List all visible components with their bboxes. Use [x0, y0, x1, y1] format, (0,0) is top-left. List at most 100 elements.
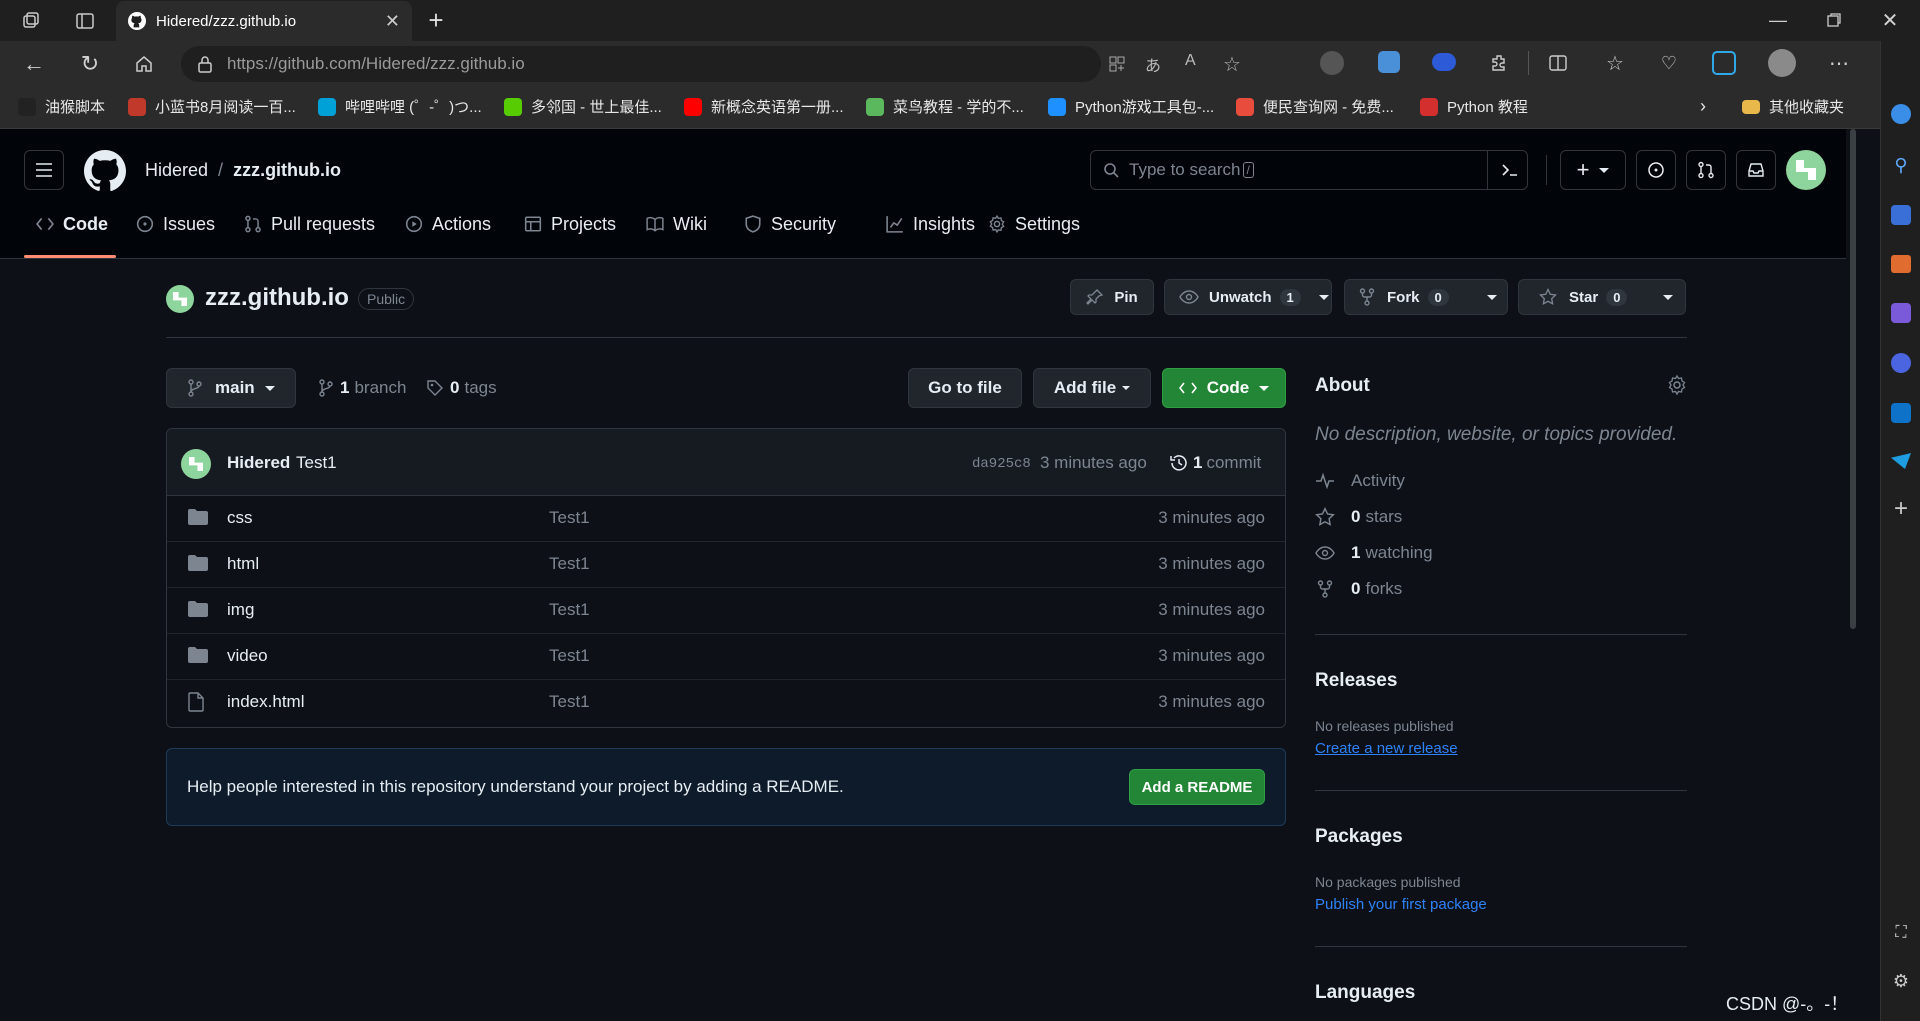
bookmark-item[interactable]: 便民查询网 - 免费...	[1236, 96, 1394, 117]
tab-insights[interactable]: Insights	[886, 211, 975, 237]
favorites-icon[interactable]: ☆	[1602, 50, 1628, 76]
close-tab-icon[interactable]: ✕	[385, 11, 400, 32]
inbox-button[interactable]	[1736, 150, 1776, 190]
file-row[interactable]: video Test1 3 minutes ago	[167, 634, 1285, 680]
file-name[interactable]: index.html	[227, 692, 304, 712]
favorite-star-icon[interactable]: ☆	[1223, 52, 1241, 77]
split-screen-icon[interactable]	[1545, 50, 1571, 76]
collections-icon[interactable]	[1712, 51, 1736, 75]
breadcrumb-owner[interactable]: Hidered	[145, 160, 208, 181]
address-bar[interactable]: https://github.com/Hidered/zzz.github.io…	[181, 46, 1241, 82]
add-file-button[interactable]: Add file	[1033, 368, 1151, 408]
pin-button[interactable]: Pin	[1070, 279, 1154, 315]
chevron-down-icon[interactable]	[1663, 294, 1674, 300]
workspaces-icon[interactable]	[18, 8, 44, 34]
tab-settings[interactable]: Settings	[988, 211, 1080, 237]
bookmark-item[interactable]: Python 教程	[1420, 96, 1528, 117]
add-readme-button[interactable]: Add a README	[1129, 769, 1265, 805]
branch-select-button[interactable]: main	[166, 368, 296, 408]
code-button[interactable]: Code	[1162, 368, 1286, 408]
add-sidebar-icon[interactable]: +	[1889, 495, 1913, 522]
publish-package-link[interactable]: Publish your first package	[1315, 896, 1687, 913]
active-tab[interactable]: Hidered/zzz.github.io ✕	[116, 1, 412, 41]
tab-pull-requests[interactable]: Pull requests	[244, 211, 375, 237]
command-palette-icon[interactable]	[1501, 161, 1519, 179]
commit-message[interactable]: Test1	[296, 453, 337, 473]
file-name[interactable]: html	[227, 554, 259, 574]
outlook-icon[interactable]	[1891, 403, 1911, 423]
games-icon[interactable]	[1891, 303, 1911, 323]
star-button[interactable]: Star 0	[1518, 279, 1686, 315]
page-scrollbar[interactable]	[1846, 129, 1860, 1021]
commit-author-avatar[interactable]	[181, 449, 211, 479]
activity-link[interactable]: Activity	[1315, 471, 1405, 491]
bookmark-item[interactable]: 新概念英语第一册...	[684, 96, 844, 117]
tab-actions[interactable]: Actions	[405, 211, 491, 237]
issues-button[interactable]	[1636, 150, 1676, 190]
close-window-icon[interactable]: ✕	[1876, 6, 1904, 34]
tab-actions-icon[interactable]	[72, 8, 98, 34]
tab-projects[interactable]: Projects	[524, 211, 616, 237]
repo-title[interactable]: zzz.github.io	[205, 284, 349, 312]
app-available-icon[interactable]	[1107, 54, 1127, 74]
file-row[interactable]: index.html Test1 3 minutes ago	[167, 680, 1285, 726]
file-row[interactable]: img Test1 3 minutes ago	[167, 588, 1285, 634]
file-row[interactable]: html Test1 3 minutes ago	[167, 542, 1285, 588]
file-name[interactable]: img	[227, 600, 254, 620]
extension-icon[interactable]	[1320, 51, 1344, 75]
user-avatar[interactable]	[1786, 150, 1826, 190]
download-extension-icon[interactable]	[1378, 51, 1400, 73]
bookmark-item[interactable]: 菜鸟教程 - 学的不...	[866, 96, 1024, 117]
hamburger-menu-button[interactable]	[24, 150, 64, 190]
github-logo-icon[interactable]	[84, 150, 126, 192]
scrollbar-thumb[interactable]	[1850, 129, 1856, 629]
search-sidebar-icon[interactable]: ⚲	[1889, 153, 1913, 177]
chevron-down-icon[interactable]	[1486, 294, 1497, 300]
chevron-down-icon[interactable]	[1318, 294, 1329, 300]
home-icon[interactable]	[130, 50, 158, 78]
tab-security[interactable]: Security	[744, 211, 836, 237]
commit-history-link[interactable]: 1 commit	[1169, 453, 1261, 473]
fork-button[interactable]: Fork 0	[1344, 279, 1508, 315]
create-new-button[interactable]: +	[1560, 150, 1626, 190]
send-icon[interactable]	[1891, 453, 1911, 469]
tab-wiki[interactable]: Wiki	[646, 211, 707, 237]
about-settings-gear-icon[interactable]	[1666, 374, 1688, 396]
shopping-icon[interactable]	[1891, 205, 1911, 225]
packages-heading[interactable]: Packages	[1315, 826, 1687, 848]
tab-issues[interactable]: Issues	[136, 211, 215, 237]
bookmark-item[interactable]: 多邻国 - 世上最佳...	[504, 96, 662, 117]
bookmark-item[interactable]: 哔哩哔哩 (゜-゜)つ...	[318, 96, 482, 117]
more-menu-icon[interactable]: ⋯	[1826, 50, 1852, 76]
file-row[interactable]: css Test1 3 minutes ago	[167, 496, 1285, 542]
file-name[interactable]: css	[227, 508, 253, 528]
restore-icon[interactable]	[1820, 6, 1848, 34]
notification-icon[interactable]	[1891, 104, 1911, 124]
file-commit-message[interactable]: Test1	[549, 600, 590, 620]
sidebar-settings-icon[interactable]: ⚙	[1889, 969, 1913, 993]
refresh-icon[interactable]: ↻	[76, 50, 104, 78]
copilot-sidebar-icon[interactable]	[1891, 353, 1911, 373]
bookmark-item[interactable]: 油猴脚本	[18, 96, 105, 117]
tools-icon[interactable]	[1891, 255, 1911, 273]
bookmarks-overflow-chevron-icon[interactable]: ›	[1700, 96, 1706, 117]
stars-link[interactable]: 0 stars	[1315, 507, 1402, 527]
other-bookmarks-folder[interactable]: 其他收藏夹	[1742, 96, 1844, 117]
search-input[interactable]: Type to search /	[1090, 150, 1528, 190]
file-commit-message[interactable]: Test1	[549, 646, 590, 666]
bookmark-item[interactable]: Python游戏工具包-...	[1048, 96, 1214, 117]
file-commit-message[interactable]: Test1	[549, 508, 590, 528]
screenshot-icon[interactable]: ⛶	[1889, 921, 1913, 945]
tab-code[interactable]: Code	[36, 211, 108, 237]
tags-link[interactable]: 0 tags	[426, 378, 497, 398]
forks-link[interactable]: 0 forks	[1315, 579, 1402, 599]
browser-essentials-icon[interactable]: ♡	[1656, 50, 1682, 76]
translate-icon[interactable]: あ	[1145, 52, 1161, 76]
unwatch-button[interactable]: Unwatch 1	[1164, 279, 1332, 315]
back-icon[interactable]: ←	[20, 50, 48, 78]
breadcrumb-repo[interactable]: zzz.github.io	[233, 160, 341, 181]
commit-author[interactable]: Hidered	[227, 453, 290, 473]
commit-sha[interactable]: da925c8	[972, 456, 1031, 472]
read-aloud-icon[interactable]: A	[1185, 52, 1196, 70]
file-name[interactable]: video	[227, 646, 268, 666]
